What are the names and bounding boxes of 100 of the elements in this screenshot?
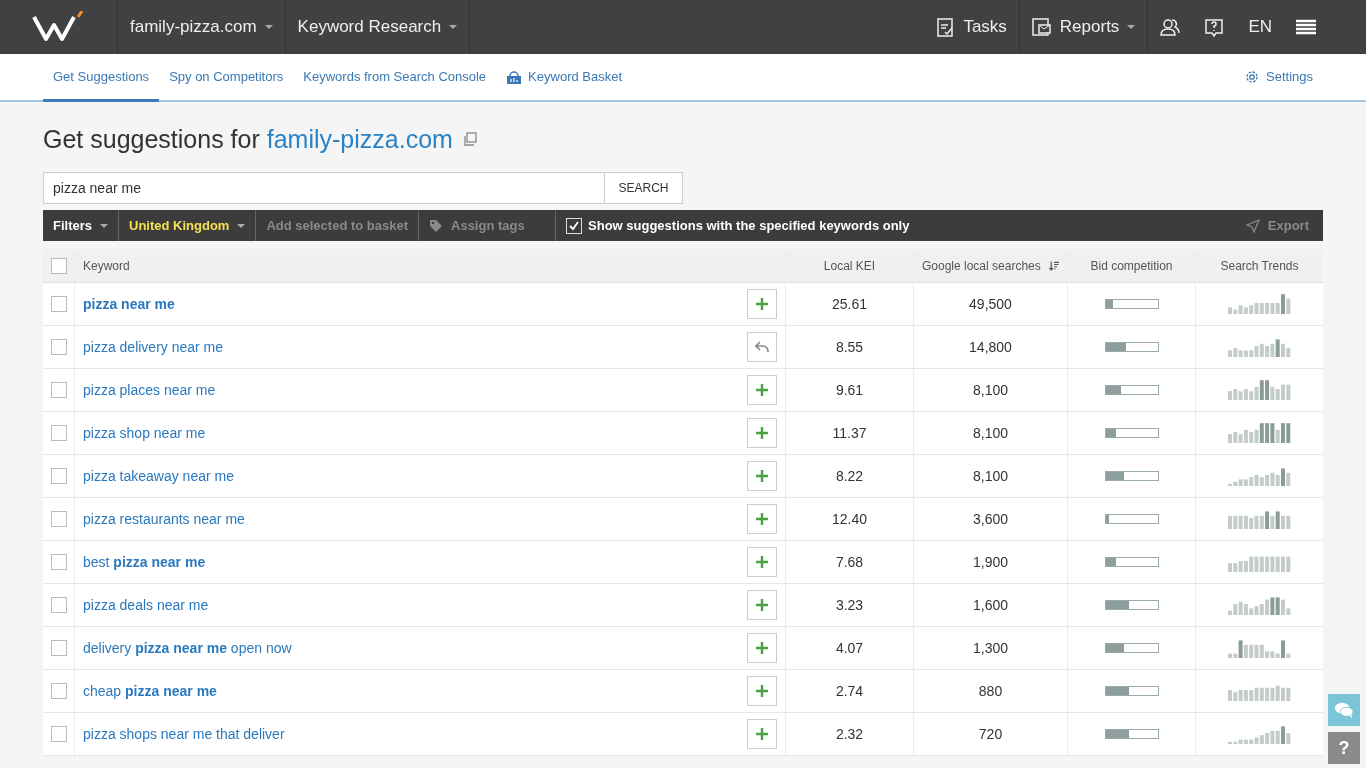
plus-icon — [756, 599, 768, 611]
undo-icon — [755, 341, 769, 353]
add-button[interactable] — [747, 676, 777, 706]
nav-tab[interactable]: Keyword Basket — [496, 54, 633, 102]
settings-icon — [1244, 68, 1260, 85]
keyword-link[interactable]: pizza delivery near me — [83, 339, 224, 355]
kei-value: 3.23 — [835, 597, 864, 613]
kei-value: 9.61 — [835, 382, 864, 398]
report-icon — [1031, 18, 1052, 36]
trend-sparkline — [1227, 724, 1292, 744]
keyword-link[interactable]: cheap pizza near me — [83, 683, 217, 699]
row-checkbox[interactable] — [50, 726, 67, 742]
keyword-link[interactable]: pizza takeaway near me — [83, 468, 234, 484]
help-icon[interactable] — [1204, 17, 1225, 37]
row-checkbox[interactable] — [50, 597, 67, 613]
searches-value: 49,500 — [969, 296, 1012, 312]
add-button[interactable] — [747, 504, 777, 534]
plus-icon — [756, 513, 768, 525]
plus-icon — [756, 298, 768, 310]
searches-value: 14,800 — [969, 339, 1012, 355]
chat-icon — [1334, 701, 1354, 719]
clipboard-icon — [937, 17, 956, 37]
row-checkbox[interactable] — [50, 683, 67, 699]
column-header: Keyword — [83, 258, 130, 273]
column-header: Search Trends — [1220, 258, 1299, 273]
kei-value: 25.61 — [831, 296, 867, 312]
kei-value: 2.74 — [835, 683, 864, 699]
trend-sparkline — [1227, 466, 1292, 486]
keyword-link[interactable]: pizza shops near me that deliver — [83, 726, 285, 742]
searches-value: 880 — [978, 683, 1003, 699]
basket-icon — [506, 68, 523, 85]
add-button[interactable] — [747, 461, 777, 491]
row-checkbox[interactable] — [50, 554, 67, 570]
menu-icon[interactable] — [1296, 19, 1316, 35]
checkbox[interactable] — [566, 217, 582, 234]
nav-tab[interactable]: Spy on Competitors — [159, 54, 294, 102]
add-button[interactable] — [747, 547, 777, 577]
kei-value: 7.68 — [835, 554, 864, 570]
plus-icon — [756, 384, 768, 396]
add-button[interactable] — [747, 719, 777, 749]
add-button[interactable] — [747, 418, 777, 448]
keyword-link[interactable]: best pizza near me — [83, 554, 206, 570]
add-button[interactable] — [747, 590, 777, 620]
page-title: Get suggestions for family-pizza.com — [43, 124, 453, 154]
keyword-link[interactable]: pizza restaurants near me — [83, 511, 245, 527]
add-to-basket-button[interactable]: Add selected to basket — [256, 210, 419, 241]
row-checkbox[interactable] — [50, 640, 67, 656]
copy-icon[interactable] — [462, 132, 477, 146]
row-checkbox[interactable] — [50, 511, 67, 527]
tag-icon — [429, 218, 443, 233]
assign-tags-button[interactable]: Assign tags — [419, 210, 556, 241]
searches-value: 8,100 — [972, 425, 1008, 441]
checkbox-label: Show suggestions with the specified keywords only — [588, 218, 910, 233]
search-button[interactable]: SEARCH — [605, 172, 683, 204]
logo-icon[interactable] — [31, 11, 86, 43]
column-header: Bid competition — [1090, 258, 1173, 273]
plus-icon — [756, 728, 768, 740]
column-header[interactable]: Google local searches — [922, 258, 1041, 273]
add-button[interactable] — [747, 289, 777, 319]
keyword-link[interactable]: pizza places near me — [83, 382, 216, 398]
keyword-link[interactable]: delivery pizza near me open now — [83, 640, 292, 656]
trend-sparkline — [1227, 638, 1292, 658]
row-checkbox[interactable] — [50, 339, 67, 355]
nav-tab[interactable]: Get Suggestions — [43, 54, 160, 102]
trend-sparkline — [1227, 380, 1292, 400]
add-button[interactable] — [747, 375, 777, 405]
kei-value: 8.55 — [835, 339, 864, 355]
keyword-link[interactable]: pizza deals near me — [83, 597, 209, 613]
filters-dropdown[interactable]: Filters — [43, 210, 119, 241]
nav-tab[interactable]: Keywords from Search Console — [293, 54, 497, 102]
select-all-checkbox[interactable] — [50, 257, 67, 274]
row-checkbox[interactable] — [50, 425, 67, 441]
row-checkbox[interactable] — [50, 296, 67, 312]
searches-value: 8,100 — [972, 468, 1008, 484]
kei-value: 4.07 — [835, 640, 864, 656]
searches-value: 720 — [978, 726, 1003, 742]
kei-value: 2.32 — [835, 726, 864, 742]
keyword-link[interactable]: pizza shop near me — [83, 425, 206, 441]
chat-button[interactable] — [1328, 694, 1360, 726]
add-button[interactable] — [747, 633, 777, 663]
searches-value: 1,900 — [972, 554, 1008, 570]
trend-sparkline — [1227, 595, 1292, 615]
row-checkbox[interactable] — [50, 468, 67, 484]
plus-icon — [756, 556, 768, 568]
help-button[interactable]: ? — [1328, 732, 1360, 764]
search-field[interactable]: pizza near me — [43, 172, 605, 204]
searches-value: 8,100 — [972, 382, 1008, 398]
searches-value: 1,300 — [972, 640, 1008, 656]
column-header: Local KEI — [823, 258, 876, 273]
undo-button[interactable] — [747, 332, 777, 362]
kei-value: 8.22 — [835, 468, 864, 484]
keyword-link[interactable]: pizza near me — [83, 296, 175, 312]
settings-link[interactable]: Settings — [1234, 54, 1323, 102]
export-button[interactable]: Export — [1235, 210, 1323, 241]
row-checkbox[interactable] — [50, 382, 67, 398]
users-icon[interactable] — [1160, 17, 1181, 37]
country-dropdown[interactable]: United Kingdom — [119, 210, 257, 241]
plus-icon — [756, 427, 768, 439]
plus-icon — [756, 470, 768, 482]
language-button[interactable]: EN — [1236, 0, 1284, 54]
